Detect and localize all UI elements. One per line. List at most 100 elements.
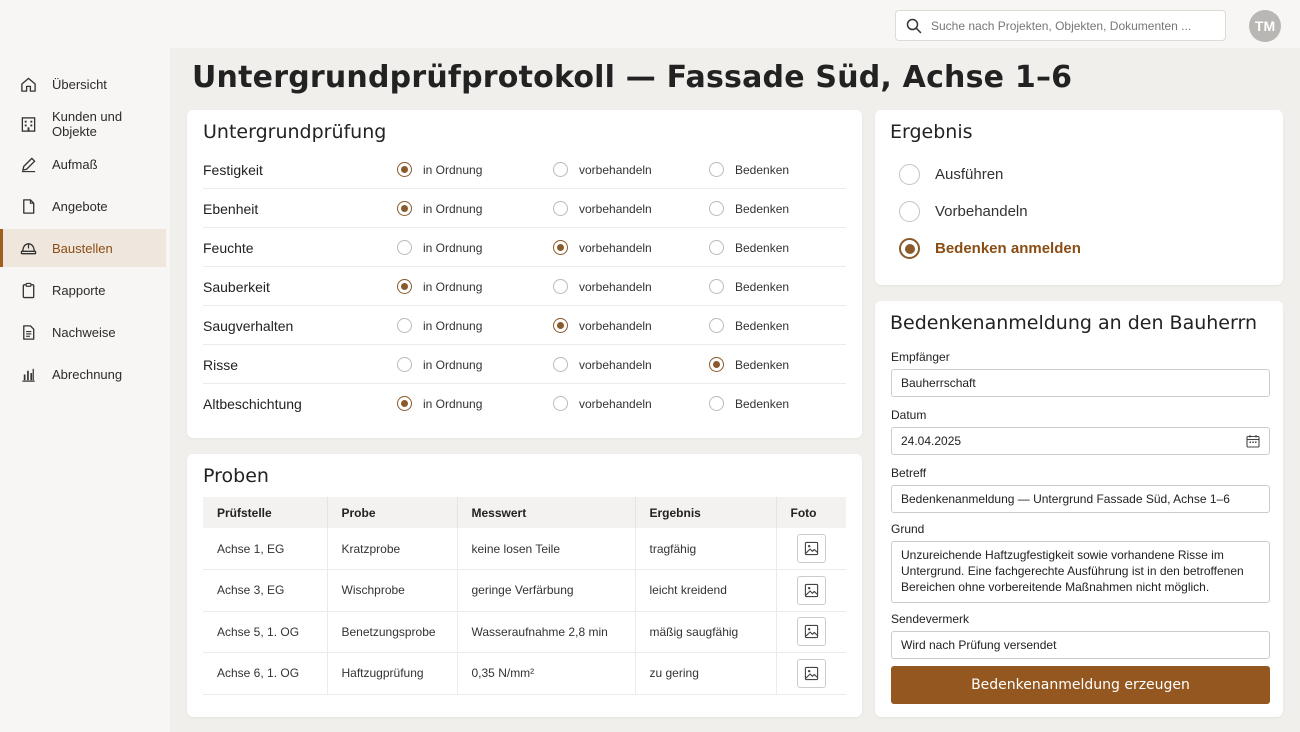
sidebar-item-abrechnung[interactable]: Abrechnung [0,355,166,393]
inspection-option[interactable]: vorbehandeln [553,162,652,177]
reason-field[interactable]: Unzureichende Haftzugfestigkeit sowie vo… [891,541,1270,603]
radio-button[interactable] [553,396,568,411]
inspection-option[interactable]: Bedenken [709,318,789,333]
radio-button[interactable] [553,279,568,294]
inspection-option[interactable]: in Ordnung [397,396,482,411]
inspection-row-label: Risse [203,357,239,373]
photo-button[interactable] [796,534,826,563]
inspection-option[interactable]: in Ordnung [397,162,482,177]
inspection-option[interactable]: Bedenken [709,357,789,372]
inspection-option[interactable]: Bedenken [709,279,789,294]
table-row: Achse 6, 1. OG Haftzugprüfung 0,35 N/mm² zu… [203,652,846,695]
table-cell: 0,35 N/mm² [457,652,636,695]
table-row: Achse 3, EG Wischprobe geringe Verfärbung l… [203,569,846,612]
inspection-option[interactable]: in Ordnung [397,240,482,255]
result-title: Ergebnis [890,121,973,143]
sidebar-item-baustellen[interactable]: Baustellen [0,229,166,267]
radio-button[interactable] [553,162,568,177]
radio-button[interactable] [709,279,724,294]
radio-button[interactable] [397,357,412,372]
sidebar-item-aufmass[interactable]: Aufmaß [0,145,166,183]
inspection-option[interactable]: in Ordnung [397,357,482,372]
table-cell: Benetzungsprobe [327,611,458,653]
inspection-option-label: Bedenken [735,201,790,216]
radio-button[interactable] [397,279,412,294]
radio-button[interactable] [709,396,724,411]
user-avatar[interactable]: TM [1249,10,1281,42]
sidebar-item-rapporte[interactable]: Rapporte [0,271,166,309]
sidebar-item-label: Angebote [52,198,108,214]
radio-button[interactable] [709,240,724,255]
inspection-option[interactable]: vorbehandeln [553,318,652,333]
result-option-label: Vorbehandeln [935,203,1028,220]
inspection-row-label: Saugverhalten [203,318,294,334]
table-row: Achse 5, 1. OG Benetzungsprobe Wasseraufna… [203,611,846,653]
inspection-option-label: in Ordnung [423,357,483,372]
radio-button[interactable] [553,318,568,333]
sidebar-item-label: Aufmaß [52,156,98,172]
radio-button[interactable] [899,201,920,222]
column-header: Ergebnis [635,497,777,528]
result-option[interactable]: Ausführen [899,164,1003,185]
sidebar-item-label: Abrechnung [52,366,123,382]
inspection-option[interactable]: vorbehandeln [553,396,652,411]
inspection-option-label: Bedenken [735,357,790,372]
inspection-option-label: vorbehandeln [579,240,652,255]
radio-button[interactable] [397,318,412,333]
radio-button[interactable] [397,240,412,255]
radio-button[interactable] [709,357,724,372]
radio-button[interactable] [709,201,724,216]
inspection-option-label: in Ordnung [423,201,483,216]
sidebar-item-kunden-und-objekte[interactable]: Kunden und Objekte [0,105,166,143]
home-icon [21,77,36,92]
radio-button[interactable] [553,240,568,255]
result-option[interactable]: Vorbehandeln [899,201,1028,222]
subject-label: Betreff [891,466,927,480]
result-option[interactable]: Bedenken anmelden [899,238,1081,259]
inspection-option-label: Bedenken [735,396,790,411]
pencil-ruler-icon [21,157,36,172]
calendar-icon[interactable] [1246,434,1260,448]
inspection-option[interactable]: Bedenken [709,162,789,177]
date-field[interactable] [891,427,1270,455]
photo-button[interactable] [796,617,826,647]
radio-button[interactable] [553,201,568,216]
radio-button[interactable] [397,201,412,216]
inspection-option[interactable]: in Ordnung [397,201,482,216]
inspection-option[interactable]: in Ordnung [397,318,482,333]
radio-button[interactable] [899,238,920,259]
sidebar-item-uebersicht[interactable]: Übersicht [0,65,166,103]
inspection-option-label: in Ordnung [423,240,483,255]
radio-button[interactable] [397,396,412,411]
inspection-row-label: Feuchte [203,240,254,256]
photo-button[interactable] [796,575,826,605]
global-search[interactable] [895,10,1226,41]
radio-button[interactable] [397,162,412,177]
inspection-option[interactable]: Bedenken [709,396,789,411]
inspection-option[interactable]: vorbehandeln [553,240,652,255]
generate-notice-button[interactable]: Bedenkenanmeldung erzeugen [891,666,1270,704]
sidebar-item-label: Nachweise [52,324,116,340]
inspection-option[interactable]: vorbehandeln [553,357,652,372]
date-label: Datum [891,408,927,422]
inspection-option[interactable]: vorbehandeln [553,279,652,294]
radio-button[interactable] [553,357,568,372]
radio-button[interactable] [899,164,920,185]
inspection-option[interactable]: Bedenken [709,201,789,216]
inspection-option[interactable]: Bedenken [709,240,789,255]
inspection-option[interactable]: in Ordnung [397,279,482,294]
recipient-field[interactable] [891,369,1270,397]
subject-field[interactable] [891,485,1270,513]
radio-button[interactable] [709,318,724,333]
inspection-option-label: in Ordnung [423,162,483,177]
sidebar-item-nachweise[interactable]: Nachweise [0,313,166,351]
search-input[interactable] [931,18,1211,33]
bar-chart-icon [22,368,35,382]
radio-button[interactable] [709,162,724,177]
reason-label: Grund [891,522,925,536]
sidebar-item-angebote[interactable]: Angebote [0,187,166,225]
inspection-option[interactable]: vorbehandeln [553,201,652,216]
dispatch-field[interactable] [891,631,1270,659]
inspection-option-label: Bedenken [735,318,790,333]
photo-button[interactable] [796,658,826,688]
